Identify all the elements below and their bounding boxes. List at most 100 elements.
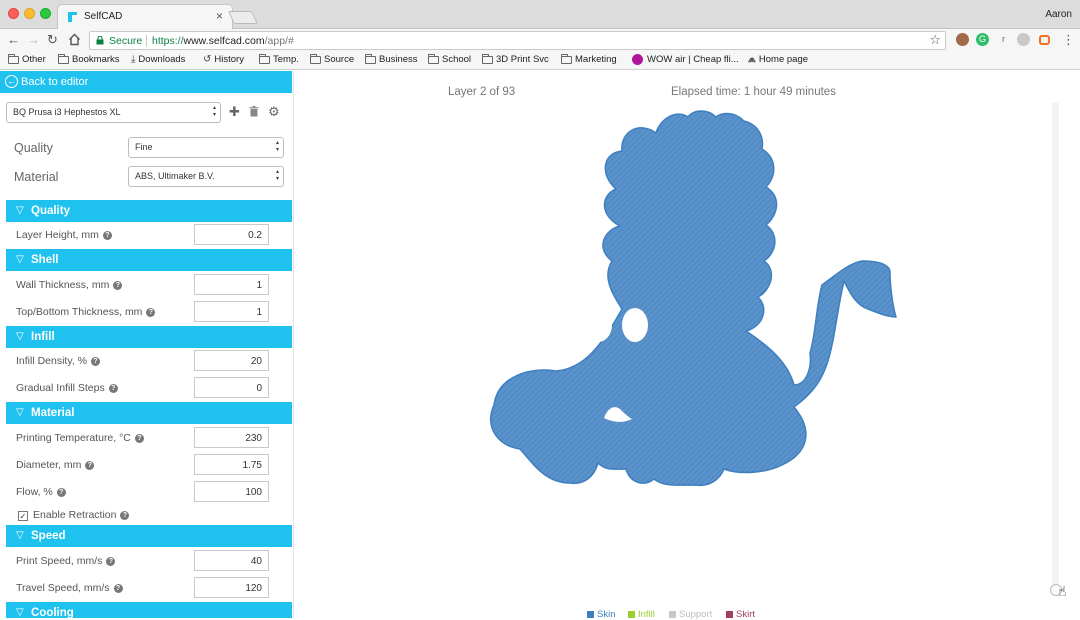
back-to-editor-button[interactable]: ← Back to editor [0,71,292,93]
url-text[interactable]: https://www.selfcad.com/app/# [152,35,294,47]
collapse-triangle-icon: ▽ [16,607,24,618]
home-page-icon: ⩕ [748,54,756,65]
flow-input[interactable]: 100 [194,481,269,502]
help-icon[interactable]: ? [134,433,144,443]
minimize-window-button[interactable] [24,8,35,19]
tab-close-icon[interactable]: × [216,9,223,23]
help-icon[interactable]: ? [120,510,130,520]
bookmark-other[interactable]: Other [8,53,46,65]
enable-retraction-checkbox[interactable]: ✓ [18,511,28,521]
help-icon[interactable]: ? [106,556,116,566]
back-arrow-icon[interactable]: ← [7,32,20,48]
r-extension-icon[interactable]: r [997,33,1010,46]
reload-icon[interactable]: ↻ [47,32,58,48]
help-icon[interactable]: ? [102,230,112,240]
legend-swatch [587,611,594,618]
top-bottom-thickness-label: Top/Bottom Thickness, mm? [16,306,156,318]
print-speed-input[interactable]: 40 [194,550,269,571]
profile-extension-icon[interactable] [956,33,969,46]
field-label-text: Print Speed, mm/s [16,555,103,567]
section-shell-header[interactable]: ▽ Shell [6,249,292,271]
layer-preview-viewport[interactable]: Layer 2 of 93 Elapsed time: 1 hour 49 mi… [294,71,1080,620]
profile-name[interactable]: Aaron [1045,9,1072,20]
bookmark-star-icon[interactable]: ☆ [929,32,941,48]
folder-icon [561,53,572,64]
section-infill-header[interactable]: ▽ Infill [6,326,292,348]
browser-toolbar: ← → ↻ Secure https://www.selfcad.com/app… [0,29,1080,52]
url-scheme: https:// [152,35,184,47]
legend-label: Skirt [736,609,755,620]
layer-height-label: Layer Height, mm? [16,229,112,241]
bookmark-temp[interactable]: Temp. [259,53,299,65]
section-quality-header[interactable]: ▽ Quality [6,200,292,222]
gradual-infill-steps-input[interactable]: 0 [194,377,269,398]
bookmark-wow-air[interactable]: WOW air | Cheap fli... [632,54,739,65]
section-speed-header[interactable]: ▽ Speed [6,525,292,547]
new-tab-button[interactable] [227,11,259,24]
home-icon[interactable] [68,33,81,46]
layer-slider-track[interactable] [1052,103,1059,595]
bookmark-marketing[interactable]: Marketing [561,53,617,65]
quality-select[interactable]: Fine [128,137,284,158]
printer-select[interactable]: BQ Prusa i3 Hephestos XL [6,102,221,123]
field-label-text: Layer Height, mm [16,229,99,241]
legend-label: Skin [597,609,616,620]
print-speed-label: Print Speed, mm/s? [16,555,116,567]
field-label-text: Wall Thickness, mm [16,279,110,291]
field-label-text: Enable Retraction [33,509,117,521]
grammarly-icon[interactable]: G [976,33,989,46]
material-profile-label: Material [14,170,59,184]
back-to-editor-label: Back to editor [21,76,89,88]
travel-speed-input[interactable]: 120 [194,577,269,598]
bookmark-school[interactable]: School [428,53,471,65]
forward-arrow-icon[interactable]: → [27,32,40,48]
help-icon[interactable]: ? [146,307,156,317]
bookmark-label: Other [22,54,46,65]
bookmark-home-page[interactable]: ⩕ Home page [748,54,808,65]
section-title: Quality [31,205,70,217]
section-material-header[interactable]: ▽ Material [6,402,292,424]
menu-dots-icon[interactable]: ⋮ [1062,32,1075,48]
help-icon[interactable]: ? [113,583,123,593]
top-bottom-thickness-input[interactable]: 1 [194,301,269,322]
section-title: Speed [31,530,66,542]
flow-label: Flow, %? [16,486,66,498]
secure-label: Secure [109,35,143,47]
help-icon[interactable]: ? [108,383,118,393]
maximize-window-button[interactable] [40,8,51,19]
bookmark-history[interactable]: ↺ History [203,54,244,65]
layer-height-input[interactable]: 0.2 [194,224,269,245]
material-select[interactable]: ABS, Ultimaker B.V. [128,166,284,187]
printing-temperature-input[interactable]: 230 [194,427,269,448]
folder-icon [259,53,270,64]
bookmark-downloads[interactable]: ⤓ Downloads [131,54,185,65]
bookmark-source[interactable]: Source [310,53,354,65]
bookmark-bookmarks[interactable]: Bookmarks [58,53,120,65]
close-window-button[interactable] [8,8,19,19]
quality-profile-label: Quality [14,141,53,155]
slicer-settings-panel: ← Back to editor BQ Prusa i3 Hephestos X… [0,71,294,618]
help-icon[interactable]: ? [113,280,123,290]
legend-swatch [669,611,676,618]
cloud-extension-icon[interactable] [1017,33,1030,46]
help-icon[interactable]: ? [85,460,95,470]
diameter-input[interactable]: 1.75 [194,454,269,475]
help-icon[interactable]: ? [56,487,66,497]
section-cooling-header[interactable]: ▽ Cooling [6,602,292,618]
collapse-triangle-icon: ▽ [16,331,24,342]
bookmark-3d-print-svc[interactable]: 3D Print Svc [482,53,549,65]
browser-tab-selfcad[interactable]: SelfCAD × [57,4,233,29]
printer-settings-gear-icon[interactable]: ⚙ [268,104,280,120]
screen-record-icon[interactable] [1039,35,1050,45]
trash-icon[interactable] [249,106,259,117]
add-printer-icon[interactable]: ✚ [229,104,240,120]
field-label-text: Printing Temperature, °C [16,432,131,444]
help-icon[interactable]: ? [91,356,100,366]
bookmark-business[interactable]: Business [365,53,418,65]
wall-thickness-input[interactable]: 1 [194,274,269,295]
address-bar[interactable]: Secure https://www.selfcad.com/app/# ☆ [89,31,946,50]
diameter-label: Diameter, mm? [16,459,95,471]
lion-layer-preview [489,110,897,537]
infill-density-input[interactable]: 20 [194,350,269,371]
printing-temperature-label: Printing Temperature, °C? [16,432,144,444]
